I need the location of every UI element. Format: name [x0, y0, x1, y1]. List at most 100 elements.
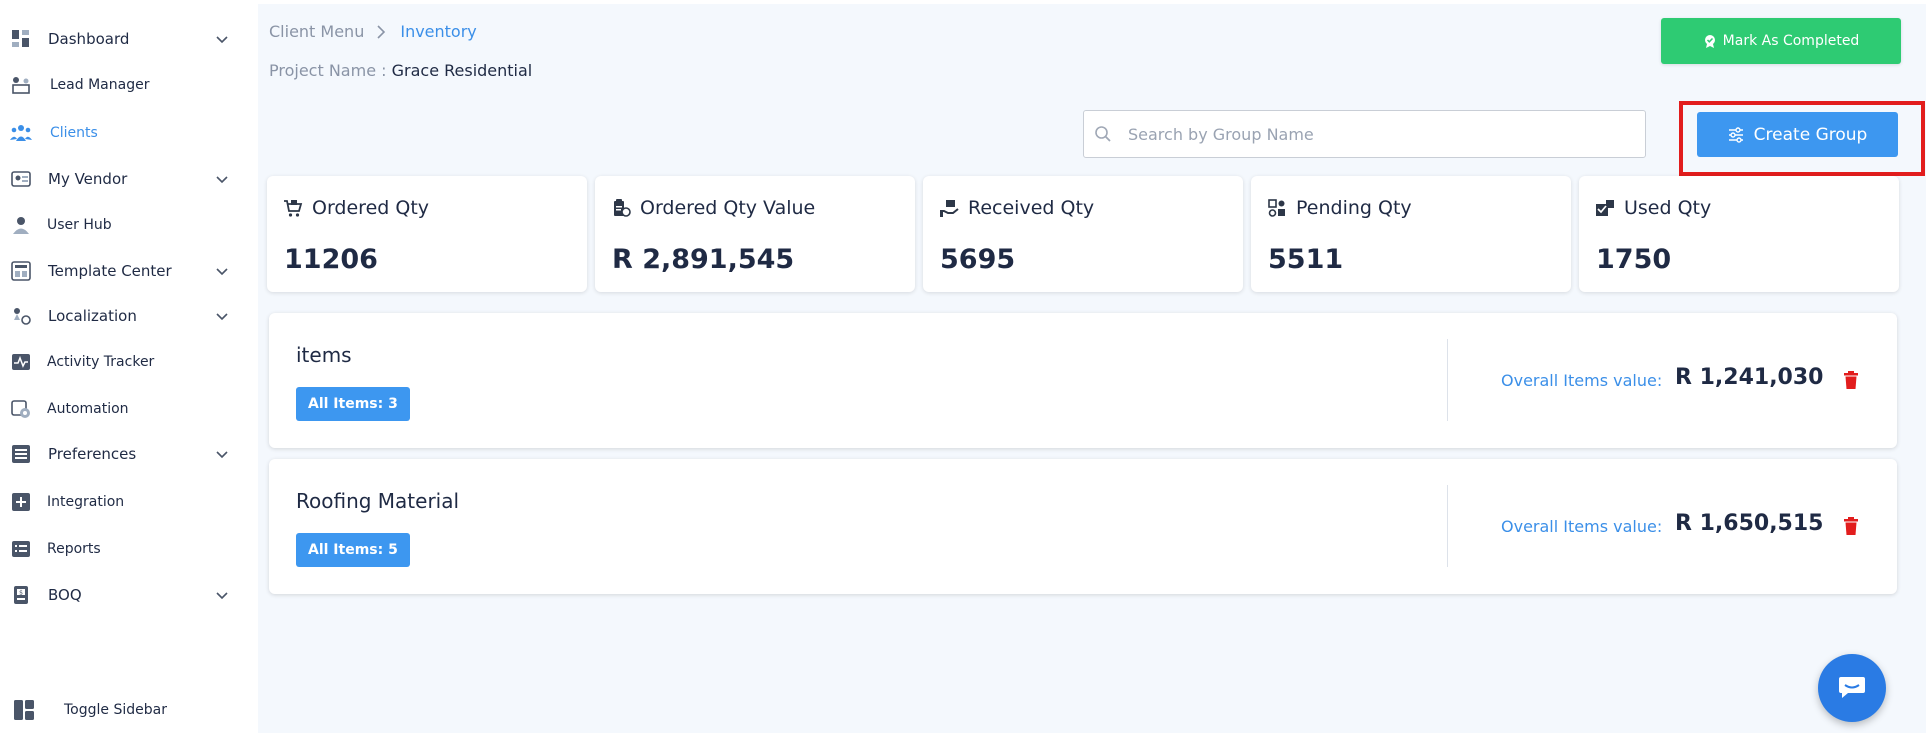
search-input[interactable]	[1128, 111, 1628, 157]
boq-icon: $	[10, 584, 32, 606]
sidebar-item-boq[interactable]: $ BOQ	[0, 573, 258, 617]
breadcrumb: Client Menu Inventory	[269, 22, 477, 41]
value-icon	[614, 199, 631, 217]
sidebar-item-my-vendor[interactable]: My Vendor	[0, 157, 258, 201]
preferences-icon	[10, 443, 32, 465]
overall-items-value: R 1,650,515	[1675, 511, 1824, 536]
sidebar-item-label: Activity Tracker	[47, 354, 155, 370]
create-group-button[interactable]: Create Group	[1697, 112, 1898, 157]
chevron-down-icon	[216, 36, 228, 44]
pending-icon	[1268, 199, 1285, 217]
project-name-value: Grace Residential	[391, 61, 533, 80]
stat-card-ordered-qty-value: Ordered Qty Value R 2,891,545	[595, 176, 915, 292]
breadcrumb-client-menu[interactable]: Client Menu	[269, 22, 364, 41]
sidebar-item-automation[interactable]: Automation	[0, 387, 258, 431]
stat-value: 5695	[940, 244, 1016, 275]
chevron-down-icon	[216, 592, 228, 600]
sidebar: Dashboard Lead Manager Clients My Vendor…	[0, 0, 258, 733]
sidebar-item-lead-manager[interactable]: Lead Manager	[0, 63, 258, 107]
stat-value: 1750	[1596, 244, 1672, 275]
sidebar-item-label: User Hub	[47, 217, 112, 233]
stat-label: Ordered Qty Value	[640, 197, 816, 219]
chat-icon	[1839, 677, 1865, 698]
sidebar-item-label: Template Center	[48, 262, 172, 280]
mark-as-completed-label: Mark As Completed	[1722, 33, 1860, 49]
overall-items-value: R 1,241,030	[1675, 365, 1824, 390]
overall-items-value-label: Overall Items value:	[1501, 371, 1663, 390]
user-icon	[10, 214, 32, 236]
sidebar-item-integration[interactable]: Integration	[0, 480, 258, 524]
stat-label: Used Qty	[1624, 197, 1712, 219]
badge-check-icon	[1704, 35, 1715, 48]
group-card[interactable]: Roofing Material All Items: 5 Overall It…	[269, 459, 1897, 594]
sidebar-item-preferences[interactable]: Preferences	[0, 432, 258, 476]
project-name-label: Project Name :	[269, 61, 387, 80]
sidebar-item-user-hub[interactable]: User Hub	[0, 203, 258, 247]
divider	[1447, 339, 1448, 421]
used-icon	[1596, 200, 1614, 216]
group-card[interactable]: items All Items: 3 Overall Items value: …	[269, 313, 1897, 448]
stat-value: 5511	[1268, 244, 1344, 275]
stat-value: R 2,891,545	[612, 244, 795, 275]
overall-items-value-label: Overall Items value:	[1501, 517, 1663, 536]
toggle-sidebar-button[interactable]: Toggle Sidebar	[0, 690, 258, 730]
chevron-down-icon	[216, 268, 228, 276]
project-name: Project Name : Grace Residential	[269, 61, 532, 80]
stat-card-used-qty: Used Qty 1750	[1579, 176, 1899, 292]
group-name: Roofing Material	[296, 489, 460, 513]
sidebar-item-label: Automation	[47, 401, 129, 417]
lead-manager-icon	[10, 74, 32, 96]
sidebar-item-label: Localization	[48, 307, 137, 325]
divider	[1447, 485, 1448, 567]
sidebar-item-label: Clients	[50, 125, 98, 141]
breadcrumb-inventory[interactable]: Inventory	[400, 22, 476, 41]
sidebar-item-reports[interactable]: Reports	[0, 527, 258, 571]
chevron-right-icon	[377, 24, 386, 39]
search-icon	[1095, 126, 1111, 142]
cart-icon	[284, 200, 303, 217]
group-name: items	[296, 343, 352, 367]
sidebar-item-localization[interactable]: Localization	[0, 294, 258, 338]
sidebar-item-label: Dashboard	[48, 30, 130, 48]
dashboard-icon	[10, 28, 32, 50]
sidebar-item-activity-tracker[interactable]: Activity Tracker	[0, 340, 258, 384]
chevron-down-icon	[216, 451, 228, 459]
create-group-label: Create Group	[1753, 124, 1868, 145]
stat-card-pending-qty: Pending Qty 5511	[1251, 176, 1571, 292]
sidebar-item-label: Preferences	[48, 445, 137, 463]
stat-value: 11206	[284, 244, 378, 275]
chat-button[interactable]	[1818, 654, 1886, 722]
sidebar-item-label: My Vendor	[48, 170, 128, 188]
reports-icon	[10, 538, 32, 560]
stat-card-received-qty: Received Qty 5695	[923, 176, 1243, 292]
sidebar-item-label: Reports	[47, 541, 101, 557]
trash-icon[interactable]	[1843, 371, 1859, 389]
sidebar-item-label: Lead Manager	[50, 77, 150, 93]
integration-icon	[10, 491, 32, 513]
received-icon	[940, 200, 959, 217]
svg-text:$: $	[19, 590, 23, 597]
top-bar	[258, 0, 1926, 4]
localization-icon	[10, 305, 32, 327]
search-box	[1083, 110, 1646, 158]
sidebar-item-template-center[interactable]: Template Center	[0, 249, 258, 293]
activity-icon	[10, 351, 32, 373]
all-items-badge[interactable]: All Items: 5	[296, 533, 410, 567]
vendor-icon	[10, 168, 32, 190]
template-icon	[10, 260, 32, 282]
sidebar-item-clients[interactable]: Clients	[0, 111, 258, 155]
sidebar-item-dashboard[interactable]: Dashboard	[0, 17, 258, 61]
chevron-down-icon	[216, 176, 228, 184]
sidebar-item-label: Integration	[47, 494, 125, 510]
sliders-icon	[1728, 126, 1743, 143]
trash-icon[interactable]	[1843, 517, 1859, 535]
stat-label: Received Qty	[968, 197, 1095, 219]
clients-icon	[10, 122, 32, 144]
chevron-down-icon	[216, 313, 228, 321]
toggle-sidebar-label: Toggle Sidebar	[64, 702, 167, 718]
stat-card-ordered-qty: Ordered Qty 11206	[267, 176, 587, 292]
all-items-badge[interactable]: All Items: 3	[296, 387, 410, 421]
mark-as-completed-button[interactable]: Mark As Completed	[1661, 18, 1901, 64]
layout-icon	[13, 699, 35, 721]
automation-icon	[10, 398, 32, 420]
